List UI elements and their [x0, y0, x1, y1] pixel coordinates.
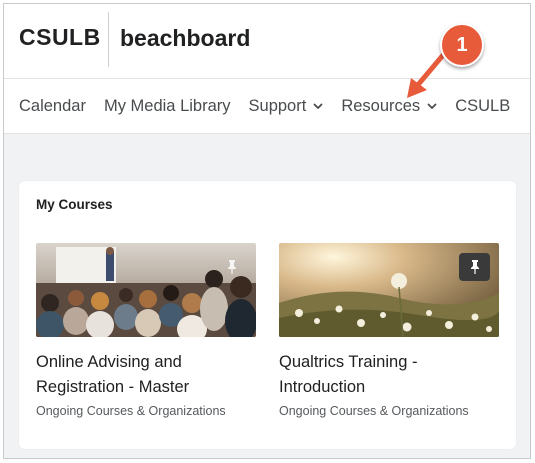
- nav-my-media-library[interactable]: My Media Library: [104, 97, 231, 116]
- page-content: My Courses Online Advising and Registrat…: [4, 134, 530, 458]
- course-image-lecture[interactable]: [36, 243, 256, 337]
- course-subtitle: Ongoing Courses & Organizations: [36, 404, 226, 418]
- course-title-line2: Registration - Master: [36, 378, 190, 396]
- browser-frame: CSULB beachboard Calendar My Media Libra…: [3, 3, 531, 459]
- course-card[interactable]: Online Advising and Registration - Maste…: [36, 243, 256, 418]
- nav-support-label: Support: [248, 96, 307, 115]
- course-title-line2: Introduction: [279, 378, 366, 396]
- widget-title: My Courses: [36, 197, 113, 212]
- chevron-down-icon: [313, 101, 323, 111]
- pin-icon[interactable]: [459, 253, 490, 281]
- nav-my-media-library-label: My Media Library: [103, 96, 231, 115]
- csulb-logo[interactable]: CSULB: [19, 24, 101, 51]
- course-title[interactable]: Qualtrics Training - Introduction: [279, 350, 499, 400]
- pin-icon[interactable]: [216, 253, 247, 281]
- nav-support[interactable]: Support: [249, 97, 324, 116]
- annotation-badge: 1: [440, 23, 484, 67]
- nav-calendar[interactable]: Calendar: [19, 97, 86, 116]
- my-courses-widget: My Courses Online Advising and Registrat…: [19, 181, 516, 449]
- beachboard-logo[interactable]: beachboard: [120, 25, 250, 52]
- course-subtitle: Ongoing Courses & Organizations: [279, 404, 469, 418]
- course-title[interactable]: Online Advising and Registration - Maste…: [36, 350, 256, 400]
- logo-divider: [108, 12, 109, 67]
- course-image-meadow[interactable]: [279, 243, 499, 337]
- course-title-line1: Qualtrics Training -: [279, 353, 418, 371]
- nav-calendar-label: Calendar: [19, 96, 86, 115]
- course-title-line1: Online Advising and: [36, 353, 182, 371]
- course-card[interactable]: Qualtrics Training - Introduction Ongoin…: [279, 243, 499, 418]
